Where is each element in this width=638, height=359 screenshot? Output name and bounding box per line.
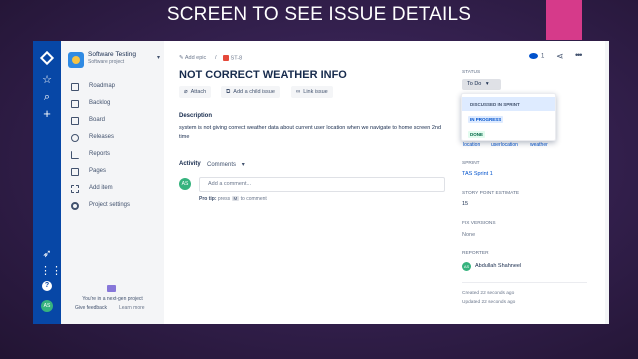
learn-more-link[interactable]: Learn more [119, 305, 145, 311]
help-icon[interactable]: ? [40, 281, 54, 295]
link-issue-button[interactable]: ∞ Link issue [291, 86, 333, 98]
bug-icon [223, 55, 229, 61]
protip-text: Pro tip: press M to comment [199, 196, 267, 202]
fix-versions-label: FIX VERSIONS [462, 221, 496, 226]
add-item-icon [71, 185, 79, 193]
project-header[interactable]: Software Testing Software project ▾ [68, 51, 160, 73]
issue-title[interactable]: NOT CORRECT WEATHER INFO [179, 69, 347, 81]
status-option-done[interactable]: DONE [462, 127, 555, 141]
project-name: Software Testing [88, 51, 136, 58]
link-icon: ∞ [296, 89, 301, 95]
updated-timestamp: Updated 22 seconds ago [462, 300, 516, 305]
paperclip-icon: ⌀ [184, 89, 188, 95]
apps-grid-icon[interactable]: ⋮⋮ [40, 264, 62, 278]
scrollbar[interactable] [605, 41, 609, 324]
child-issue-icon: ⧉ [226, 89, 231, 95]
label-chip[interactable]: userlocation [491, 142, 518, 148]
fix-versions-value[interactable]: None [462, 232, 475, 238]
releases-icon [71, 134, 79, 142]
story-points-label: STORY POINT ESTIMATE [462, 191, 520, 196]
comment-avatar: AS [179, 178, 191, 190]
pencil-icon: ✎ [179, 55, 184, 61]
chevron-down-icon: ▾ [241, 162, 245, 168]
reporter-label: REPORTER [462, 251, 489, 256]
backlog-icon [71, 100, 79, 108]
roadmap-icon [71, 83, 79, 91]
sidebar-item-releases[interactable]: Releases [71, 133, 161, 145]
rocket-icon[interactable]: ➶ [40, 247, 54, 261]
activity-label: Activity [179, 161, 201, 167]
status-label: STATUS [462, 70, 481, 75]
attach-button[interactable]: ⌀ Attach [179, 86, 212, 98]
chevron-down-icon[interactable]: ▾ [157, 54, 160, 61]
sidebar-item-board[interactable]: Board [71, 116, 161, 128]
description-text[interactable]: system is not giving correct weather dat… [179, 124, 441, 141]
sidebar-item-project-settings[interactable]: Project settings [71, 201, 161, 213]
global-nav: ☆ ⌕ + ➶ ⋮⋮ ? AS [33, 41, 62, 324]
breadcrumb-separator: / [215, 55, 217, 61]
project-sidebar: Software Testing Software project ▾ Road… [61, 41, 164, 324]
created-timestamp: Created 22 seconds ago [462, 291, 515, 296]
sprint-label: SPRINT [462, 161, 480, 166]
label-chip[interactable]: location [463, 142, 480, 148]
more-actions-icon[interactable]: ••• [575, 50, 583, 60]
search-icon[interactable]: ⌕ [40, 90, 54, 104]
status-option-discussed-in-sprint[interactable]: DISCUSSED IN SPRINT [462, 97, 555, 111]
status-option-in-progress[interactable]: IN PROGRESS [462, 112, 555, 126]
keyboard-key: M [231, 196, 240, 201]
comment-input[interactable]: Add a comment... [199, 177, 445, 192]
add-child-issue-button[interactable]: ⧉ Add a child issue [221, 86, 280, 98]
pages-icon [71, 168, 79, 176]
sidebar-item-add-item[interactable]: Add item [71, 184, 161, 196]
give-feedback-link[interactable]: Give feedback [75, 305, 107, 311]
reports-icon [71, 151, 79, 159]
plus-icon[interactable]: + [40, 107, 54, 121]
comments-filter-dropdown[interactable]: Comments ▾ [207, 161, 245, 168]
star-icon[interactable]: ☆ [40, 73, 54, 87]
sprint-value[interactable]: TAS Sprint 1 [462, 171, 493, 177]
profile-avatar[interactable]: AS [40, 300, 54, 314]
reporter-name[interactable]: Abdullah Shahneel [475, 263, 521, 269]
divider [462, 282, 587, 283]
status-dropdown-button[interactable]: To Do ▾ [462, 79, 501, 90]
jira-logo-icon[interactable] [39, 50, 55, 67]
project-type: Software project [88, 59, 125, 65]
jira-window: ☆ ⌕ + ➶ ⋮⋮ ? AS Software Testing Softwar… [33, 41, 609, 324]
watch-button[interactable]: 1 [529, 53, 544, 60]
label-chip[interactable]: weather [530, 142, 548, 148]
project-avatar [68, 52, 84, 68]
sidebar-item-reports[interactable]: Reports [71, 150, 161, 162]
status-dropdown-menu: DISCUSSED IN SPRINT IN PROGRESS DONE [461, 93, 556, 141]
add-epic-link[interactable]: ✎ Add epic [179, 55, 206, 61]
share-icon[interactable]: ⋖ [556, 51, 564, 62]
next-gen-icon [107, 285, 116, 292]
board-icon [71, 117, 79, 125]
chevron-down-icon: ▾ [485, 81, 489, 87]
eye-icon [529, 53, 538, 59]
reporter-avatar: AS [462, 262, 471, 271]
description-label: Description [179, 113, 213, 119]
sidebar-item-roadmap[interactable]: Roadmap [71, 82, 161, 94]
next-gen-note: You're in a next-gen project [82, 296, 143, 302]
story-points-value[interactable]: 15 [462, 201, 468, 207]
sidebar-item-pages[interactable]: Pages [71, 167, 161, 179]
issue-key-link[interactable]: ST-8 [223, 55, 242, 61]
sidebar-item-backlog[interactable]: Backlog [71, 99, 161, 111]
slide-title: SCREEN TO SEE ISSUE DETAILS [166, 4, 472, 25]
settings-icon [71, 202, 79, 210]
